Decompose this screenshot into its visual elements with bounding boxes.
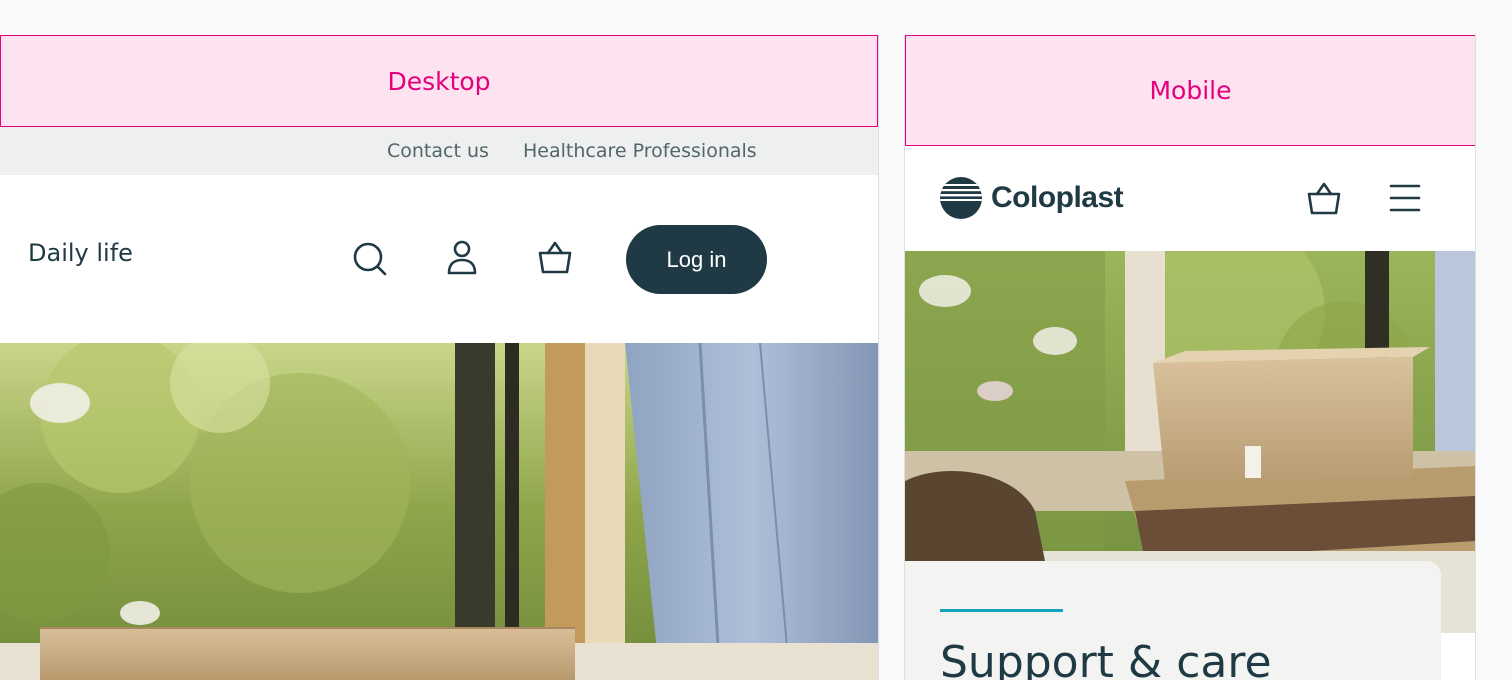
utility-bar: Contact us Healthcare Professionals (0, 127, 878, 175)
desktop-frame: Desktop Contact us Healthcare Profession… (0, 35, 879, 680)
main-navigation: Daily life Log in (0, 175, 878, 343)
nav-item-daily-life[interactable]: Daily life (28, 239, 133, 267)
hamburger-menu-icon[interactable] (1387, 180, 1423, 216)
basket-icon[interactable] (536, 239, 574, 277)
support-care-card[interactable]: Support & care (905, 561, 1441, 680)
hero-image (0, 343, 878, 680)
mobile-header: Coloplast (905, 146, 1475, 251)
brand-wordmark: Coloplast (991, 181, 1124, 214)
basket-icon[interactable] (1305, 180, 1343, 218)
user-icon[interactable] (443, 239, 481, 277)
card-title: Support & care (940, 637, 1272, 680)
card-accent-line (940, 609, 1063, 612)
log-in-button[interactable]: Log in (626, 225, 767, 294)
coloplast-logo[interactable]: Coloplast (939, 176, 1124, 220)
coloplast-logo-mark (940, 177, 982, 219)
mobile-frame: Mobile Coloplast Support & care (904, 35, 1476, 680)
healthcare-professionals-link[interactable]: Healthcare Professionals (523, 140, 757, 162)
search-icon[interactable] (351, 240, 389, 278)
mobile-label: Mobile (905, 35, 1475, 146)
desktop-label: Desktop (0, 35, 878, 127)
contact-us-link[interactable]: Contact us (387, 140, 489, 162)
